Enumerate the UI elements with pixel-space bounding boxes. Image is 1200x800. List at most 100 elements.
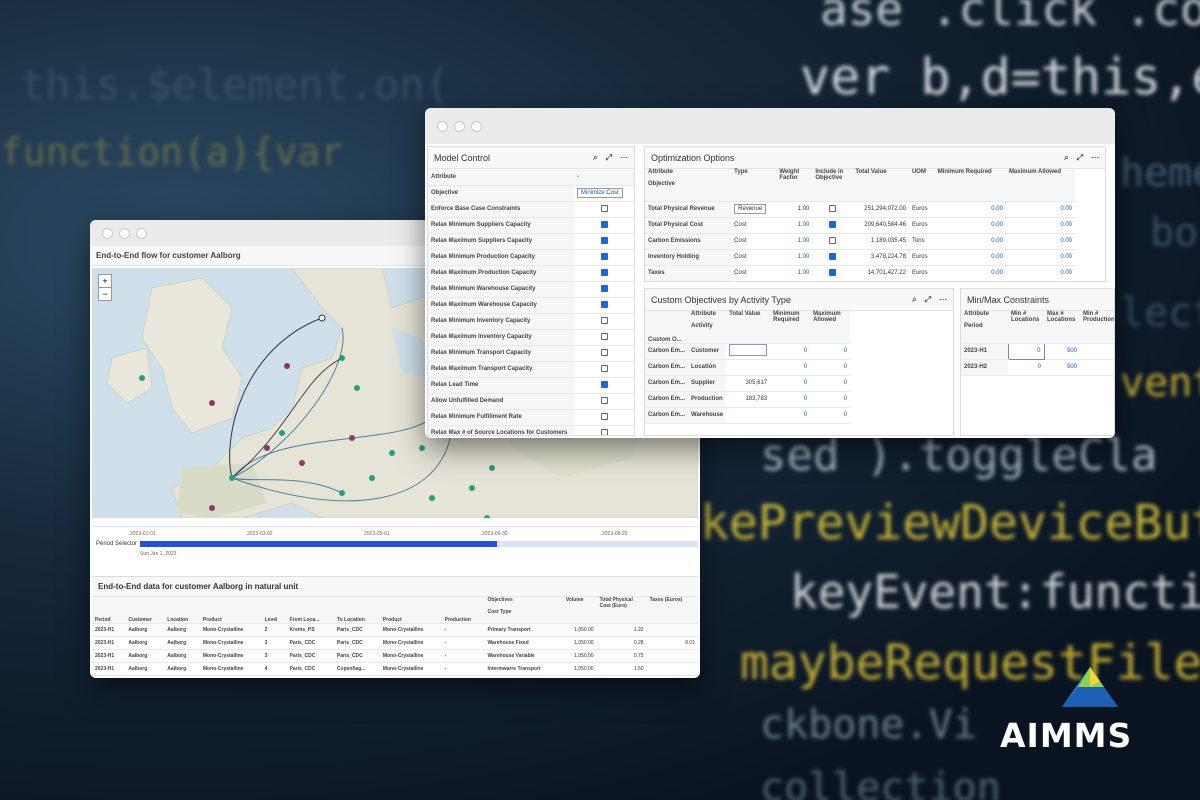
checkbox[interactable] bbox=[600, 204, 608, 212]
type-cell[interactable]: Cost bbox=[731, 233, 777, 250]
table-cell bbox=[646, 649, 698, 663]
row-label: Carbon Em... bbox=[645, 375, 689, 392]
weight-cell[interactable]: 1.00 bbox=[776, 233, 813, 250]
search-icon[interactable]: ⌕ bbox=[1064, 153, 1068, 163]
window-close-button[interactable] bbox=[437, 120, 448, 132]
checkbox[interactable] bbox=[600, 412, 608, 420]
min-cell[interactable]: 0 bbox=[770, 359, 811, 376]
max-cell[interactable]: 500 bbox=[1044, 359, 1080, 376]
min-cell[interactable]: 0.00 bbox=[934, 265, 1006, 281]
col-header: Maximum Allowed bbox=[1005, 169, 1075, 202]
objective-select[interactable]: Minimize Cost bbox=[577, 188, 623, 198]
period-selector[interactable]: 2023-01-01 2023-03-02 2023-05-01 2023-06… bbox=[92, 526, 698, 570]
max-cell[interactable]: 0.00 bbox=[1005, 265, 1075, 281]
window-minimize-button[interactable] bbox=[119, 227, 130, 239]
type-cell[interactable]: Cost bbox=[731, 265, 777, 281]
min-cell[interactable]: 0.00 bbox=[934, 201, 1006, 218]
window-maximize-button[interactable] bbox=[136, 227, 147, 239]
min-cell[interactable]: 0.00 bbox=[934, 233, 1006, 250]
max-cell[interactable]: 0 bbox=[810, 391, 850, 408]
period-label: Period Selector bbox=[96, 541, 138, 547]
row-label: Relax Maximum Production Capacity bbox=[428, 265, 574, 282]
max-cell[interactable]: 0.00 bbox=[1005, 233, 1075, 250]
min-prod-cell[interactable]: 4 bbox=[1080, 343, 1114, 360]
table-row: Total Physical Revenue Revenue 1.00 251,294… bbox=[645, 201, 1075, 218]
type-cell[interactable]: Cost bbox=[731, 249, 777, 266]
max-cell[interactable]: 0 bbox=[810, 407, 850, 424]
checkbox-cell bbox=[574, 281, 634, 298]
max-cell[interactable]: 0 bbox=[810, 375, 850, 392]
table-row: 2023-H105004 bbox=[961, 342, 1114, 360]
min-cell[interactable]: 0.00 bbox=[934, 217, 1006, 234]
checkbox[interactable] bbox=[600, 332, 608, 340]
total-input[interactable] bbox=[729, 344, 768, 356]
checkbox[interactable] bbox=[600, 252, 608, 260]
weight-cell[interactable]: 1.00 bbox=[776, 265, 813, 281]
zoom-out-button[interactable]: − bbox=[99, 288, 111, 300]
min-prod-cell[interactable]: 4 bbox=[1080, 359, 1114, 376]
min-cell[interactable]: 0 bbox=[1007, 342, 1045, 360]
window-maximize-button[interactable] bbox=[471, 120, 482, 132]
more-icon[interactable]: ⋯ bbox=[939, 295, 947, 305]
min-cell[interactable]: 0 bbox=[770, 375, 811, 392]
expand-icon[interactable]: ⤢ bbox=[925, 295, 931, 305]
checkbox[interactable] bbox=[828, 236, 836, 244]
checkbox[interactable] bbox=[828, 220, 836, 228]
type-cell[interactable]: Cost bbox=[731, 217, 777, 234]
checkbox[interactable] bbox=[600, 300, 608, 308]
col-header-attribute: Attribute bbox=[691, 311, 717, 317]
checkbox[interactable] bbox=[828, 268, 836, 276]
max-cell[interactable]: 0.00 bbox=[1005, 249, 1075, 266]
search-icon[interactable]: ⌕ bbox=[593, 153, 597, 163]
col-header: Minimum Required bbox=[770, 311, 811, 344]
more-icon[interactable]: ⋯ bbox=[620, 153, 628, 163]
max-cell[interactable]: 0.00 bbox=[1005, 201, 1075, 218]
expand-icon[interactable]: ⤢ bbox=[1077, 153, 1083, 163]
row-label: Relax Minimum Suppliers Capacity bbox=[428, 217, 574, 234]
checkbox-cell bbox=[574, 393, 634, 410]
checkbox[interactable] bbox=[600, 236, 608, 244]
checkbox[interactable] bbox=[600, 268, 608, 276]
checkbox[interactable] bbox=[828, 204, 836, 212]
min-cell[interactable]: 0 bbox=[1008, 359, 1044, 376]
col-header: Attribute Objective bbox=[645, 169, 732, 202]
checkbox[interactable] bbox=[600, 284, 608, 292]
table-cell: Paris_CDC bbox=[286, 649, 334, 663]
table-header-row: Period Customer Location Product Level F… bbox=[92, 597, 698, 624]
max-cell[interactable]: 500 bbox=[1044, 343, 1080, 360]
window-minimize-button[interactable] bbox=[454, 120, 465, 132]
checkbox[interactable] bbox=[600, 220, 608, 228]
total-cell: 3,478,224.78 bbox=[852, 249, 909, 266]
min-cell[interactable]: 0 bbox=[770, 391, 811, 408]
min-cell[interactable]: 0 bbox=[770, 343, 811, 360]
more-icon[interactable]: ⋯ bbox=[1091, 153, 1099, 163]
checkbox[interactable] bbox=[600, 364, 608, 372]
max-cell[interactable]: 0.00 bbox=[1005, 217, 1075, 234]
checkbox[interactable] bbox=[600, 428, 608, 435]
zoom-in-button[interactable]: + bbox=[99, 275, 111, 288]
min-cell[interactable]: 0 bbox=[770, 407, 811, 424]
checkbox[interactable] bbox=[600, 396, 608, 404]
checkbox[interactable] bbox=[600, 316, 608, 324]
max-cell[interactable]: 0 bbox=[810, 343, 850, 360]
weight-cell[interactable]: 1.00 bbox=[776, 249, 813, 266]
aimms-logo-mark bbox=[1062, 667, 1118, 707]
table-cell: Mono-Crystalline bbox=[199, 662, 262, 676]
period-track[interactable] bbox=[140, 541, 698, 547]
min-cell[interactable]: 0.00 bbox=[934, 249, 1006, 266]
weight-cell[interactable]: 1.00 bbox=[776, 217, 813, 234]
weight-cell[interactable]: 1.00 bbox=[776, 201, 813, 218]
checkbox[interactable] bbox=[600, 380, 608, 388]
checkbox-cell bbox=[812, 249, 853, 266]
table-cell: Aalborg bbox=[164, 636, 200, 650]
row-label: Relax Maximum Inventory Capacity bbox=[428, 329, 574, 346]
checkbox[interactable] bbox=[600, 348, 608, 356]
type-cell[interactable]: Revenue bbox=[731, 201, 777, 218]
col-header: Include in Objective bbox=[812, 169, 853, 202]
expand-icon[interactable]: ⤢ bbox=[606, 153, 612, 163]
total-cell[interactable] bbox=[726, 343, 771, 360]
checkbox[interactable] bbox=[828, 252, 836, 260]
max-cell[interactable]: 0 bbox=[810, 359, 850, 376]
search-icon[interactable]: ⌕ bbox=[912, 295, 916, 305]
window-close-button[interactable] bbox=[102, 227, 113, 239]
